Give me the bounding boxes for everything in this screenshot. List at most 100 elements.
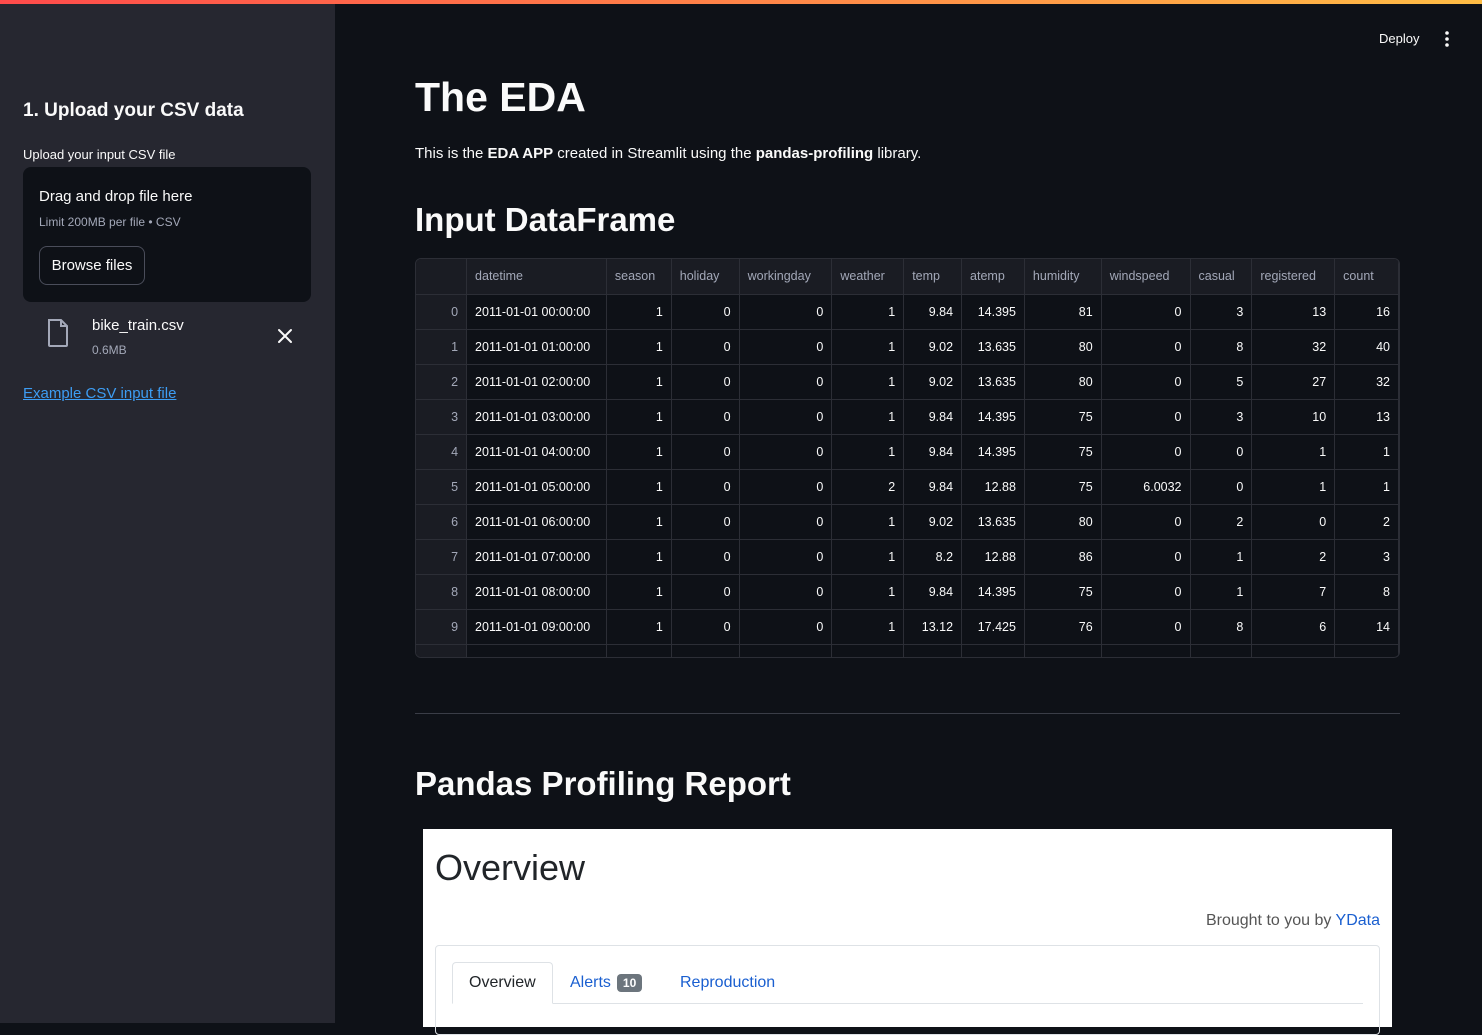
table-cell[interactable]: 75: [1024, 434, 1102, 470]
table-cell[interactable]: 0: [739, 539, 833, 575]
table-cell[interactable]: 2: [831, 469, 905, 505]
table-cell[interactable]: 81: [1024, 294, 1102, 330]
table-cell[interactable]: 1: [831, 574, 905, 610]
table-cell[interactable]: 0: [671, 399, 740, 435]
table-cell[interactable]: 13: [1334, 399, 1399, 435]
table-cell[interactable]: 2011-01-01 00:00:00: [466, 294, 607, 330]
kebab-menu-icon[interactable]: [1441, 30, 1453, 48]
table-cell[interactable]: 0: [1101, 329, 1191, 365]
table-cell[interactable]: 0: [671, 329, 740, 365]
table-cell[interactable]: 9.84: [903, 469, 963, 505]
table-cell[interactable]: 6: [1251, 609, 1336, 645]
table-cell[interactable]: 75: [1024, 399, 1102, 435]
table-cell[interactable]: 17.425: [961, 609, 1025, 645]
table-cell[interactable]: 3: [1190, 294, 1253, 330]
table-cell[interactable]: 2011-01-01 08:00:00: [466, 574, 607, 610]
tab-reproduction[interactable]: Reproduction: [664, 962, 791, 1004]
table-cell[interactable]: 1: [1251, 469, 1336, 505]
table-cell[interactable]: 0: [671, 364, 740, 400]
table-cell[interactable]: 14.395: [961, 294, 1025, 330]
table-cell[interactable]: 2: [1251, 539, 1336, 575]
table-cell[interactable]: 75: [1024, 469, 1102, 505]
table-cell[interactable]: 1: [831, 294, 905, 330]
table-cell[interactable]: 14.395: [961, 434, 1025, 470]
table-cell[interactable]: 0: [671, 574, 740, 610]
table-cell[interactable]: 1: [1334, 469, 1399, 505]
table-cell[interactable]: 1: [606, 294, 672, 330]
table-cell[interactable]: 9.84: [903, 574, 963, 610]
table-cell[interactable]: 86: [1024, 539, 1102, 575]
table-cell[interactable]: 6.0032: [1101, 469, 1191, 505]
table-cell[interactable]: 13.635: [961, 364, 1025, 400]
table-cell[interactable]: 9.02: [903, 329, 963, 365]
column-header[interactable]: weather: [831, 259, 905, 295]
table-cell[interactable]: 1: [606, 469, 672, 505]
row-index[interactable]: 1: [416, 329, 468, 365]
dataframe-table[interactable]: datetime season holiday workingday weather te…: [415, 258, 1400, 658]
table-cell[interactable]: 13: [1251, 294, 1336, 330]
table-cell[interactable]: 3: [1190, 399, 1253, 435]
column-header[interactable]: casual: [1190, 259, 1253, 295]
table-cell[interactable]: 1: [1334, 434, 1399, 470]
table-cell[interactable]: 2011-01-01 05:00:00: [466, 469, 607, 505]
table-cell[interactable]: 8: [1190, 609, 1253, 645]
ydata-link[interactable]: YData: [1336, 912, 1380, 929]
row-index[interactable]: 3: [416, 399, 468, 435]
table-cell[interactable]: 1: [1251, 434, 1336, 470]
row-index[interactable]: 4: [416, 434, 468, 470]
table-cell[interactable]: 0: [739, 294, 833, 330]
table-cell[interactable]: 8: [1190, 329, 1253, 365]
table-cell[interactable]: 8.2: [903, 539, 963, 575]
column-header[interactable]: temp: [903, 259, 963, 295]
table-cell[interactable]: 0: [671, 434, 740, 470]
table-cell[interactable]: 10: [1251, 399, 1336, 435]
column-header[interactable]: count: [1334, 259, 1399, 295]
row-index[interactable]: 9: [416, 609, 468, 645]
table-cell[interactable]: 75: [1024, 574, 1102, 610]
table-cell[interactable]: 0: [1101, 434, 1191, 470]
table-cell[interactable]: 0: [1101, 574, 1191, 610]
row-index[interactable]: 2: [416, 364, 468, 400]
table-cell[interactable]: 14.395: [961, 574, 1025, 610]
table-cell[interactable]: 1: [1190, 574, 1253, 610]
table-cell[interactable]: 27: [1251, 364, 1336, 400]
table-cell[interactable]: 1: [606, 539, 672, 575]
table-cell[interactable]: 0: [671, 504, 740, 540]
table-cell[interactable]: 2011-01-01 09:00:00: [466, 609, 607, 645]
table-cell[interactable]: 9.84: [903, 434, 963, 470]
table-cell[interactable]: 80: [1024, 364, 1102, 400]
column-header[interactable]: atemp: [961, 259, 1025, 295]
table-cell[interactable]: 0: [1101, 539, 1191, 575]
table-cell[interactable]: 0: [739, 609, 833, 645]
tab-alerts[interactable]: Alerts 10: [554, 962, 658, 1004]
table-cell[interactable]: 2011-01-01 01:00:00: [466, 329, 607, 365]
table-cell[interactable]: 32: [1251, 329, 1336, 365]
table-cell[interactable]: 2011-01-01 07:00:00: [466, 539, 607, 575]
table-cell[interactable]: 12.88: [961, 539, 1025, 575]
table-cell[interactable]: 0: [739, 364, 833, 400]
table-cell[interactable]: 32: [1334, 364, 1399, 400]
table-cell[interactable]: 13.635: [961, 504, 1025, 540]
table-cell[interactable]: 0: [1190, 469, 1253, 505]
table-cell[interactable]: 76: [1024, 609, 1102, 645]
column-header[interactable]: holiday: [671, 259, 740, 295]
table-cell[interactable]: 8: [1334, 574, 1399, 610]
table-cell[interactable]: 1: [606, 329, 672, 365]
table-cell[interactable]: 1: [606, 574, 672, 610]
column-header[interactable]: registered: [1251, 259, 1336, 295]
table-cell[interactable]: 9.02: [903, 504, 963, 540]
table-cell[interactable]: 0: [671, 539, 740, 575]
table-cell[interactable]: 0: [671, 294, 740, 330]
deploy-button[interactable]: Deploy: [1379, 31, 1419, 46]
row-index[interactable]: 0: [416, 294, 468, 330]
table-cell[interactable]: 0: [671, 469, 740, 505]
table-cell[interactable]: 1: [831, 434, 905, 470]
column-header[interactable]: windspeed: [1101, 259, 1191, 295]
table-cell[interactable]: 0: [1101, 294, 1191, 330]
table-cell[interactable]: 0: [739, 434, 833, 470]
table-cell[interactable]: 0: [739, 399, 833, 435]
table-cell[interactable]: 80: [1024, 504, 1102, 540]
table-cell[interactable]: 13.635: [961, 329, 1025, 365]
table-cell[interactable]: 1: [831, 504, 905, 540]
table-cell[interactable]: 1: [831, 399, 905, 435]
